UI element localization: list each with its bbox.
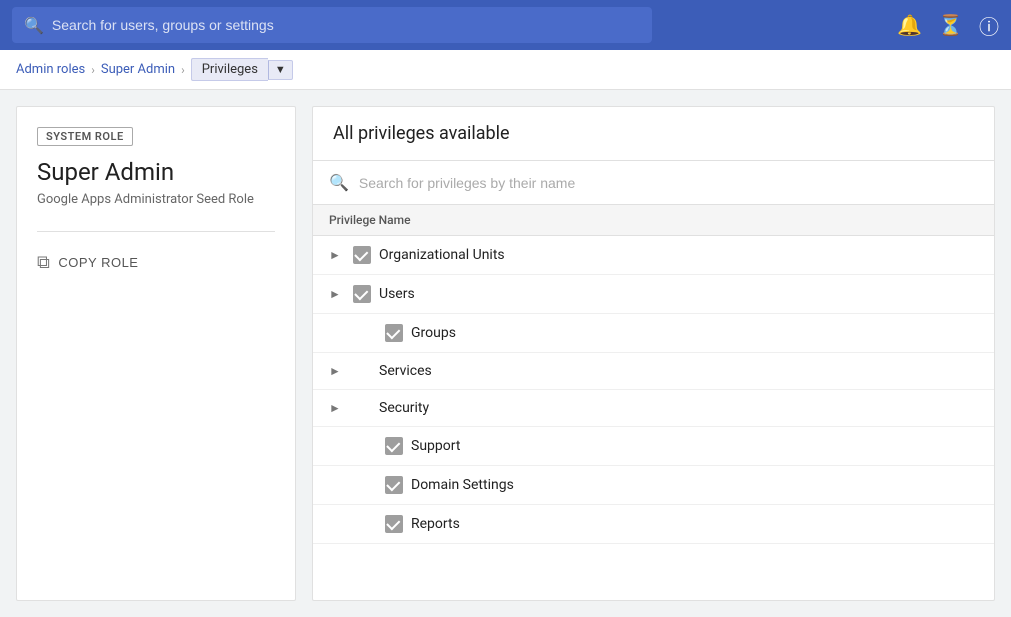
topbar-icons: 🔔 ⏳ ⓘ bbox=[897, 11, 999, 40]
hourglass-icon[interactable]: ⏳ bbox=[938, 13, 963, 37]
breadcrumb: Admin roles › Super Admin › Privileges ▼ bbox=[0, 50, 1011, 90]
privilege-col-header: Privilege Name bbox=[313, 205, 994, 236]
privilege-row: Groups bbox=[313, 314, 994, 353]
privilege-row: ► Security bbox=[313, 390, 994, 427]
expand-arrow[interactable]: ► bbox=[329, 287, 345, 301]
privilege-name: Services bbox=[379, 363, 432, 379]
privilege-checkbox[interactable] bbox=[353, 246, 371, 264]
role-name: Super Admin bbox=[37, 158, 275, 186]
breadcrumb-sep-2: › bbox=[181, 63, 185, 77]
copy-role-button[interactable]: ⧉ COPY ROLE bbox=[37, 248, 138, 277]
privilege-row: ► Services bbox=[313, 353, 994, 390]
breadcrumb-super-admin[interactable]: Super Admin bbox=[101, 62, 175, 77]
privilege-name: Reports bbox=[411, 516, 460, 532]
right-panel: All privileges available 🔍 Privilege Nam… bbox=[312, 106, 995, 601]
privilege-row: ► Organizational Units bbox=[313, 236, 994, 275]
breadcrumb-current-label: Privileges bbox=[191, 58, 268, 81]
privilege-row: Domain Settings bbox=[313, 466, 994, 505]
help-icon[interactable]: ⓘ bbox=[979, 11, 999, 40]
privilege-row: ► Users bbox=[313, 275, 994, 314]
privilege-checkbox[interactable] bbox=[385, 476, 403, 494]
copy-role-label: COPY ROLE bbox=[58, 255, 138, 270]
expand-arrow[interactable]: ► bbox=[329, 401, 345, 415]
main-layout: SYSTEM ROLE Super Admin Google Apps Admi… bbox=[0, 90, 1011, 617]
privilege-checkbox[interactable] bbox=[353, 285, 371, 303]
privilege-name: Security bbox=[379, 400, 429, 416]
divider bbox=[37, 231, 275, 232]
panel-header: All privileges available bbox=[313, 107, 994, 161]
search-icon: 🔍 bbox=[24, 16, 44, 35]
privilege-name: Domain Settings bbox=[411, 477, 514, 493]
system-role-badge: SYSTEM ROLE bbox=[37, 127, 133, 146]
breadcrumb-dropdown-button[interactable]: ▼ bbox=[268, 60, 293, 80]
privilege-row: Support bbox=[313, 427, 994, 466]
privilege-search-input[interactable] bbox=[359, 175, 978, 191]
breadcrumb-current: Privileges ▼ bbox=[191, 58, 293, 81]
privilege-checkbox[interactable] bbox=[385, 324, 403, 342]
privilege-name: Groups bbox=[411, 325, 456, 341]
privilege-table: Privilege Name ► Organizational Units ► Use… bbox=[313, 205, 994, 544]
privilege-name: Support bbox=[411, 438, 460, 454]
topbar: 🔍 🔔 ⏳ ⓘ bbox=[0, 0, 1011, 50]
breadcrumb-admin-roles[interactable]: Admin roles bbox=[16, 62, 85, 77]
search-input[interactable] bbox=[52, 17, 640, 33]
privilege-name: Users bbox=[379, 286, 415, 302]
left-panel: SYSTEM ROLE Super Admin Google Apps Admi… bbox=[16, 106, 296, 601]
breadcrumb-sep-1: › bbox=[91, 63, 95, 77]
privilege-checkbox[interactable] bbox=[385, 515, 403, 533]
copy-icon: ⧉ bbox=[37, 252, 50, 273]
privilege-search-icon: 🔍 bbox=[329, 173, 349, 192]
privilege-row: Reports bbox=[313, 505, 994, 544]
expand-arrow[interactable]: ► bbox=[329, 364, 345, 378]
role-description: Google Apps Administrator Seed Role bbox=[37, 192, 275, 207]
bell-icon[interactable]: 🔔 bbox=[897, 13, 922, 37]
privilege-search-bar[interactable]: 🔍 bbox=[313, 161, 994, 205]
expand-arrow[interactable]: ► bbox=[329, 248, 345, 262]
privilege-checkbox[interactable] bbox=[385, 437, 403, 455]
privilege-name: Organizational Units bbox=[379, 247, 505, 263]
search-container[interactable]: 🔍 bbox=[12, 7, 652, 43]
